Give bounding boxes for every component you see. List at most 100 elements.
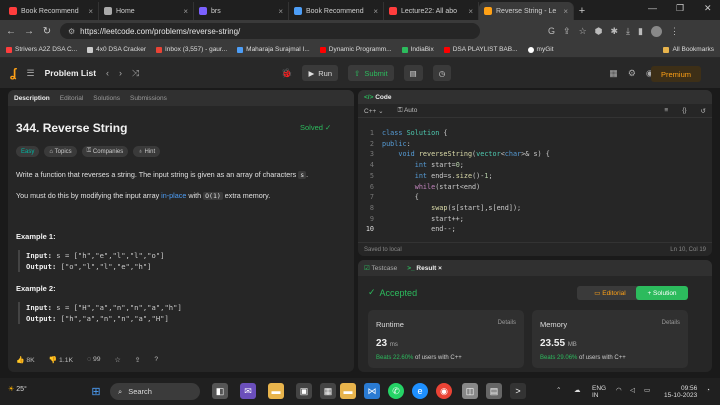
topics-chip[interactable]: ⌂ Topics <box>44 146 77 157</box>
edge-icon[interactable]: e <box>412 383 428 399</box>
windows-start-icon[interactable]: ⊞ <box>88 383 104 399</box>
app-icon[interactable]: ◧ <box>212 383 228 399</box>
tray-chevron-icon[interactable]: ⌃ <box>556 387 561 394</box>
premium-button[interactable]: Premium <box>651 66 701 82</box>
teams-icon[interactable]: ✉ <box>240 383 256 399</box>
companies-chip[interactable]: ⚿ Companies <box>81 146 129 157</box>
tab-editorial[interactable]: Editorial <box>60 95 83 102</box>
tab-description[interactable]: Description <box>14 95 50 102</box>
weather-widget[interactable]: ☀ 25° <box>8 386 27 393</box>
problem-list-link[interactable]: Problem List <box>45 68 96 78</box>
tab-submissions[interactable]: Submissions <box>130 95 167 102</box>
menu-dots-icon[interactable]: ⋮ <box>670 26 679 37</box>
app-icon[interactable]: ▤ <box>486 383 502 399</box>
prev-problem-icon[interactable]: ‹ <box>106 68 109 78</box>
memory-details-link[interactable]: Details <box>662 320 680 326</box>
comments-button[interactable]: ◌ 99 <box>87 356 101 364</box>
close-icon[interactable]: × <box>563 7 568 16</box>
folder-icon[interactable]: ▬ <box>340 383 356 399</box>
vscode-icon[interactable]: ⋈ <box>364 383 380 399</box>
sidebar-icon[interactable]: ▮ <box>638 26 643 37</box>
terminal-icon[interactable]: > <box>510 383 526 399</box>
hint-chip[interactable]: ♁ Hint <box>133 146 161 157</box>
maximize-icon[interactable]: ❐ <box>676 3 684 14</box>
settings-icon[interactable]: ⚙ <box>628 68 636 79</box>
reload-icon[interactable]: ↻ <box>42 26 52 37</box>
layout-icon[interactable]: ▦ <box>609 68 618 79</box>
close-icon[interactable]: × <box>278 7 283 16</box>
difficulty-chip[interactable]: Easy <box>16 146 40 157</box>
bookmark-star-icon[interactable]: ☆ <box>579 26 587 37</box>
wifi-icon[interactable]: ◠ <box>616 387 622 394</box>
file-explorer-icon[interactable]: ▬ <box>268 383 284 399</box>
back-icon[interactable]: ← <box>6 26 16 37</box>
runtime-card[interactable]: Runtime Details 23 ms Beats 22.60% of us… <box>368 310 524 368</box>
app-icon[interactable]: ▦ <box>320 383 336 399</box>
help-icon[interactable]: ? <box>154 356 158 364</box>
whatsapp-icon[interactable]: ✆ <box>388 383 404 399</box>
share-icon[interactable]: ⇪ <box>135 356 141 364</box>
autocomplete-toggle[interactable]: ⚿ Auto <box>398 107 418 115</box>
bookmark-item[interactable]: 4x0 DSA Cracker <box>87 46 146 53</box>
editorial-button[interactable]: ▭ Editorial <box>577 286 643 300</box>
forward-icon[interactable]: → <box>24 26 34 37</box>
dislike-button[interactable]: 👎 1.1K <box>49 356 73 364</box>
browser-tab[interactable]: brs × <box>194 2 289 20</box>
format-icon[interactable]: ≡ <box>664 107 668 114</box>
run-button[interactable]: ▶ Run <box>302 65 339 81</box>
browser-tab-active[interactable]: Reverse String - Le × <box>479 2 574 20</box>
browser-tab[interactable]: Book Recommend × <box>4 2 99 20</box>
share-icon[interactable]: ⇪ <box>563 26 571 37</box>
language-indicator[interactable]: ENG IN <box>592 385 606 399</box>
timer-button[interactable]: ◷ <box>432 65 452 81</box>
browser-tab[interactable]: Book Recommend × <box>289 2 384 20</box>
google-lens-icon[interactable]: G <box>548 26 555 36</box>
bookmark-item[interactable]: DSA PLAYLIST BAB... <box>443 46 518 53</box>
bookmark-item[interactable]: Dynamic Programm... <box>319 46 392 53</box>
minimize-icon[interactable]: — <box>648 3 657 13</box>
close-icon[interactable]: × <box>468 7 473 16</box>
reset-icon[interactable]: ↺ <box>701 107 706 115</box>
next-problem-icon[interactable]: › <box>119 68 122 78</box>
close-icon[interactable]: × <box>438 265 442 272</box>
tab-result[interactable]: >_ Result × <box>407 265 442 272</box>
list-icon[interactable]: ☰ <box>26 68 34 79</box>
battery-icon[interactable]: ▭ <box>644 387 650 394</box>
language-select[interactable]: C++ ⌄ <box>364 107 384 115</box>
download-icon[interactable]: ⤓ <box>626 26 630 37</box>
notes-button[interactable]: ▤ <box>403 65 423 81</box>
cloud-icon[interactable]: ☁ <box>574 387 581 394</box>
extension-icon[interactable]: ⬢ <box>595 26 603 37</box>
debug-icon[interactable]: 🐞 <box>281 68 292 79</box>
close-icon[interactable]: × <box>373 7 378 16</box>
code-lines[interactable]: 1 class Solution { 2 public: 3 void revers… <box>358 128 712 235</box>
notification-icon[interactable]: ◔ <box>706 387 710 394</box>
store-icon[interactable]: ▣ <box>296 383 312 399</box>
clock[interactable]: 09:56 15-10-2023 <box>664 385 697 399</box>
browser-tab[interactable]: Home × <box>99 2 194 20</box>
bookmark-item[interactable]: Maharaja Surajmal I... <box>237 46 310 53</box>
extensions-puzzle-icon[interactable]: ✱ <box>611 26 619 37</box>
favorite-icon[interactable]: ☆ <box>115 356 121 364</box>
browser-tab[interactable]: Lecture22: All abo × <box>384 2 479 20</box>
profile-avatar[interactable] <box>650 25 662 37</box>
bookmark-item[interactable]: myGit <box>527 46 554 53</box>
solution-button[interactable]: + Solution <box>636 286 688 300</box>
close-icon[interactable]: × <box>88 7 93 16</box>
app-icon[interactable]: ◫ <box>462 383 478 399</box>
leetcode-logo-icon[interactable]: ʆ <box>10 66 16 80</box>
all-bookmarks[interactable]: All Bookmarks <box>663 46 714 53</box>
new-tab-button[interactable]: + <box>574 2 590 20</box>
taskbar-search[interactable]: ⌕ Search <box>110 383 200 400</box>
memory-card[interactable]: Memory Details 23.55 MB Beats 29.06% of … <box>532 310 688 368</box>
bookmark-item[interactable]: IndiaBix <box>401 46 434 53</box>
url-bar[interactable]: ⚙ https://leetcode.com/problems/reverse-… <box>60 23 480 39</box>
volume-icon[interactable]: ◁ <box>630 387 635 394</box>
chrome-icon[interactable]: ◉ <box>436 383 452 399</box>
window-close-icon[interactable]: ✕ <box>704 3 712 14</box>
shuffle-icon[interactable]: ⤨ <box>132 68 139 79</box>
submit-button[interactable]: ⇧ Submit <box>348 65 394 81</box>
tab-solutions[interactable]: Solutions <box>93 95 120 102</box>
close-icon[interactable]: × <box>183 7 188 16</box>
bookmark-item[interactable]: Strivers A2Z DSA C... <box>6 46 77 53</box>
